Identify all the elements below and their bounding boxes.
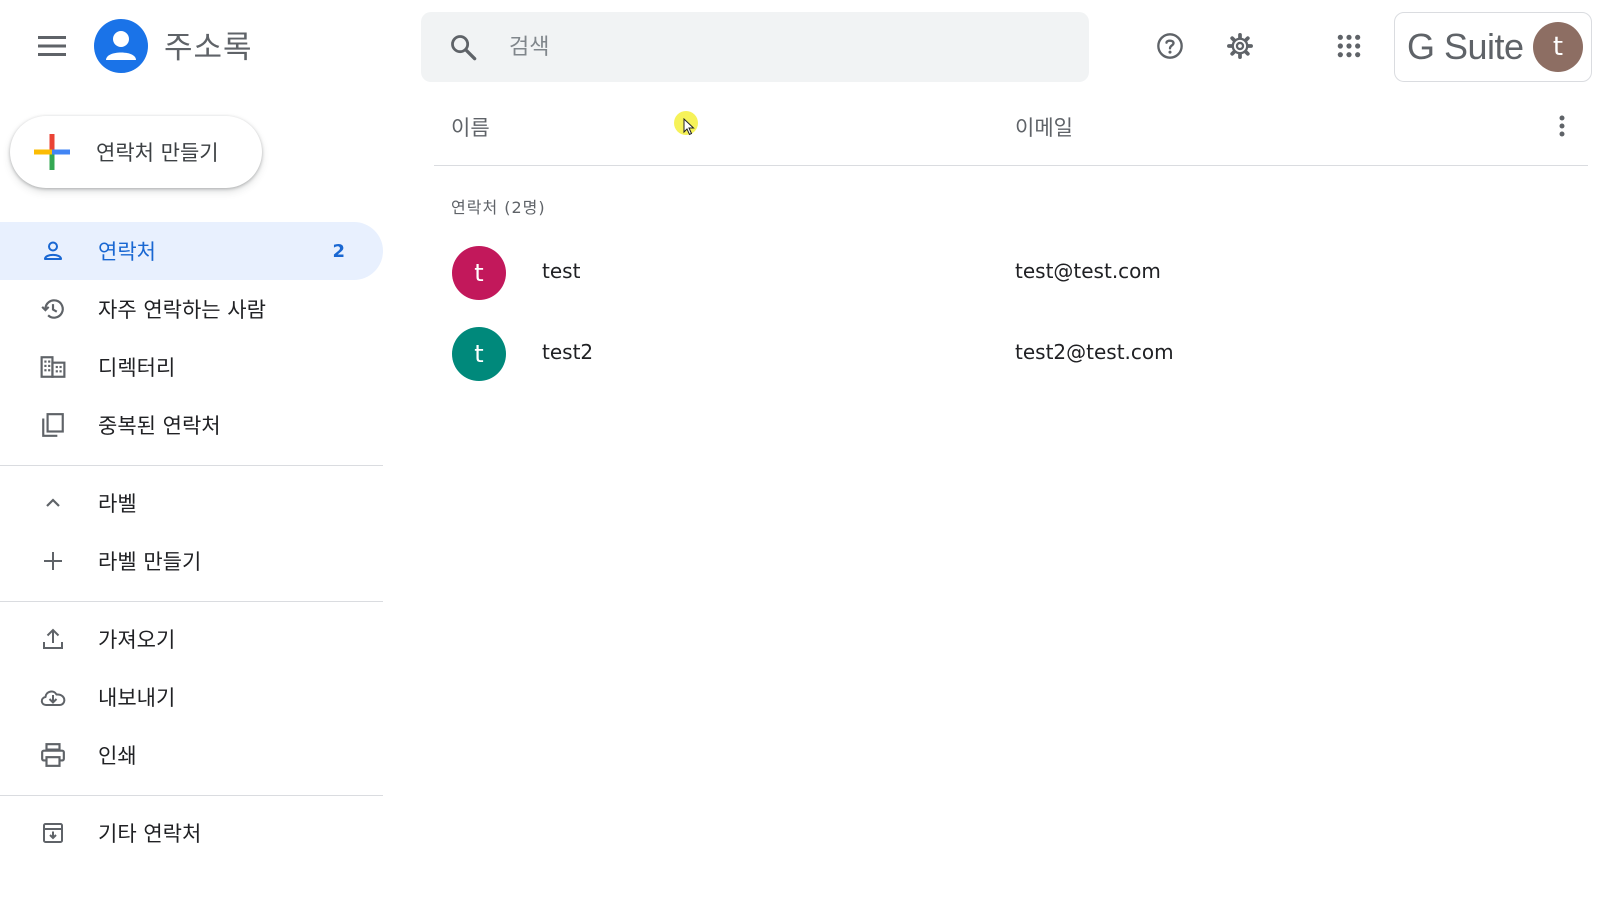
app-header: 주소록 검색 G Suite t — [0, 0, 1600, 92]
contact-email: test2@test.com — [1015, 340, 1174, 364]
sidebar-item-export[interactable]: 내보내기 — [0, 668, 383, 726]
copy-icon — [38, 410, 68, 440]
person-logo-icon — [106, 31, 136, 60]
sidebar-item-contacts[interactable]: 연락처 2 — [0, 222, 383, 280]
chevron-up-icon — [38, 488, 68, 518]
contact-avatar[interactable]: t — [452, 246, 506, 300]
domain-icon — [38, 352, 68, 382]
contact-row[interactable]: t test test@test.com — [434, 233, 1588, 313]
upload-icon — [38, 624, 68, 654]
sidebar-divider — [0, 601, 383, 602]
main-menu-button[interactable] — [26, 20, 78, 72]
app-title[interactable]: 주소록 — [164, 22, 253, 67]
contacts-logo[interactable] — [94, 19, 148, 73]
contact-name: test2 — [542, 340, 594, 364]
sidebar-item-frequent[interactable]: 자주 연락하는 사람 — [0, 280, 383, 338]
sidebar-item-label: 인쇄 — [98, 744, 137, 768]
create-contact-button[interactable]: 연락처 만들기 — [10, 116, 262, 188]
column-header-email[interactable]: 이메일 — [1015, 112, 1073, 142]
sidebar-item-label: 라벨 만들기 — [98, 550, 202, 574]
sidebar-item-label: 중복된 연락처 — [98, 414, 221, 438]
sidebar-divider — [0, 795, 383, 796]
sidebar-item-other-contacts[interactable]: 기타 연락처 — [0, 804, 383, 862]
contact-email: test@test.com — [1015, 259, 1161, 283]
search-icon[interactable] — [447, 31, 479, 63]
labels-toggle[interactable]: 라벨 — [0, 474, 383, 532]
mouse-cursor-icon — [683, 118, 695, 136]
column-header-name[interactable]: 이름 — [451, 112, 490, 142]
person-icon — [38, 236, 68, 266]
sidebar-item-print[interactable]: 인쇄 — [0, 726, 383, 784]
sidebar-item-label: 가져오기 — [98, 628, 176, 652]
create-label-button[interactable]: 라벨 만들기 — [0, 532, 383, 590]
sidebar-item-import[interactable]: 가져오기 — [0, 610, 383, 668]
apps-button[interactable] — [1325, 22, 1373, 70]
contact-name: test — [542, 259, 581, 283]
contacts-section-label: 연락처 (2명) — [451, 198, 546, 217]
sidebar-item-label: 내보내기 — [98, 686, 176, 710]
sidebar-item-label: 디렉터리 — [98, 356, 176, 380]
sidebar-item-directory[interactable]: 디렉터리 — [0, 338, 383, 396]
help-button[interactable] — [1146, 22, 1194, 70]
settings-button[interactable] — [1216, 22, 1264, 70]
search-input[interactable] — [507, 33, 1067, 61]
more-vert-icon — [1559, 115, 1565, 137]
contact-avatar[interactable]: t — [452, 327, 506, 381]
labels-heading: 라벨 — [98, 492, 137, 516]
help-icon — [1157, 33, 1183, 59]
list-options-button[interactable] — [1544, 106, 1580, 146]
header-divider — [434, 165, 1588, 166]
apps-grid-icon — [1337, 34, 1361, 58]
cloud-download-icon — [38, 682, 68, 712]
gsuite-brand: G Suite — [1407, 26, 1524, 67]
account-switcher[interactable]: G Suite t — [1394, 12, 1592, 82]
sidebar-item-label: 기타 연락처 — [98, 822, 202, 846]
history-icon — [38, 294, 68, 324]
plus-icon — [38, 546, 68, 576]
account-avatar[interactable]: t — [1533, 22, 1583, 72]
contact-row[interactable]: t test2 test2@test.com — [434, 314, 1588, 394]
colorful-plus-icon — [34, 134, 70, 170]
gear-icon — [1227, 33, 1253, 59]
hamburger-menu-icon — [38, 36, 66, 56]
sidebar-item-label: 연락처 — [98, 240, 156, 264]
contacts-count-badge: 2 — [332, 240, 345, 262]
sidebar-item-label: 자주 연락하는 사람 — [98, 298, 266, 322]
sidebar-item-duplicates[interactable]: 중복된 연락처 — [0, 396, 383, 454]
create-contact-label: 연락처 만들기 — [96, 141, 219, 165]
search-bar[interactable] — [421, 12, 1089, 82]
archive-icon — [38, 818, 68, 848]
print-icon — [38, 740, 68, 770]
sidebar-divider — [0, 465, 383, 466]
